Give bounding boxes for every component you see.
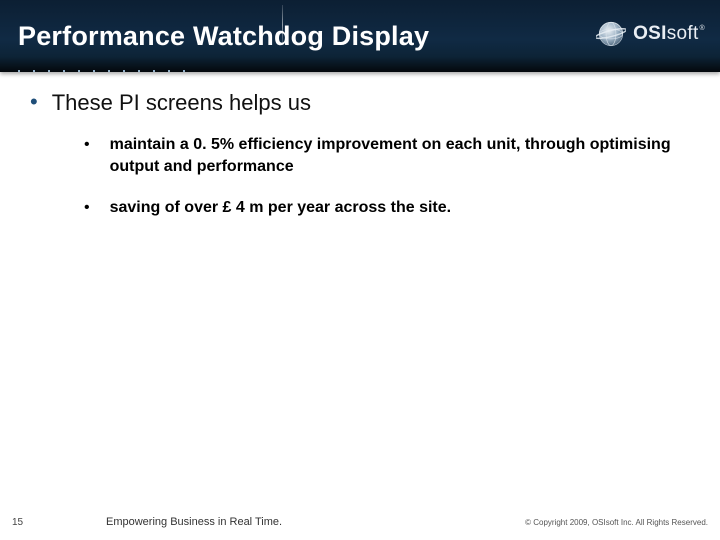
footer: 15 Empowering Business in Real Time. © C…	[0, 510, 720, 540]
footer-copyright: © Copyright 2009, OSIsoft Inc. All Right…	[525, 518, 708, 527]
slide: Performance Watchdog Display	[0, 0, 720, 540]
decorative-dots	[18, 70, 185, 72]
bullet-l1-text: These PI screens helps us	[52, 90, 311, 116]
logo-text: OSIsoft®	[633, 23, 704, 45]
page-number: 15	[12, 517, 46, 528]
logo-tm: ®	[700, 25, 705, 32]
logo-text-bold: OSI	[633, 23, 667, 44]
bullet-l2-text: maintain a 0. 5% efficiency improvement …	[110, 134, 680, 177]
bullet-l2-text: saving of over £ 4 m per year across the…	[110, 197, 452, 219]
footer-tagline: Empowering Business in Real Time.	[106, 516, 282, 528]
bullet-marker: •	[30, 90, 38, 114]
sub-bullet-list: • maintain a 0. 5% efficiency improvemen…	[84, 134, 690, 219]
bullet-level2: • maintain a 0. 5% efficiency improvemen…	[84, 134, 690, 177]
bullet-level1: • These PI screens helps us	[30, 90, 690, 116]
brand-logo: OSIsoft®	[596, 19, 704, 49]
logo-globe-icon	[596, 19, 626, 49]
bullet-marker: •	[84, 134, 90, 156]
content-area: • These PI screens helps us • maintain a…	[0, 72, 720, 219]
slide-title: Performance Watchdog Display	[18, 21, 429, 52]
divider-line	[282, 5, 283, 45]
logo-text-light: soft	[667, 23, 699, 44]
title-band: Performance Watchdog Display	[0, 0, 720, 72]
bullet-level2: • saving of over £ 4 m per year across t…	[84, 197, 690, 219]
bullet-marker: •	[84, 197, 90, 219]
